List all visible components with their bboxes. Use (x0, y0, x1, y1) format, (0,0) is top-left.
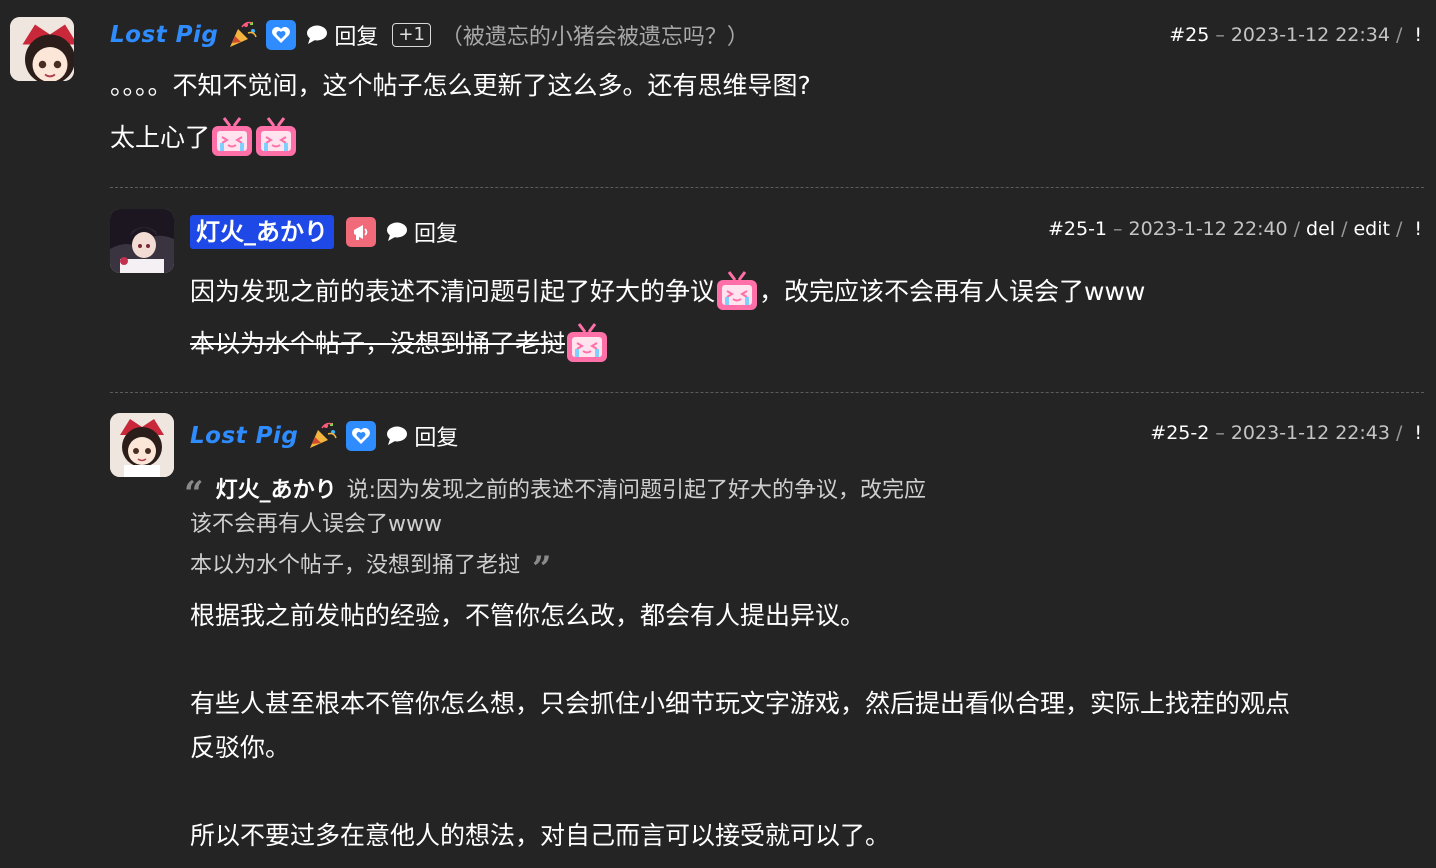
reply-link[interactable]: 回复 (414, 420, 458, 452)
quote-line: 该不会再有人误会了www (184, 506, 926, 544)
separator: – (1215, 422, 1225, 444)
quote-text: 本以为水个帖子，没想到捅了老挝 (190, 553, 521, 578)
plus-one-button[interactable]: +1 (392, 23, 431, 47)
quote-says: 说: (346, 478, 376, 503)
quote-text: 该不会再有人误会了www (190, 512, 442, 537)
post-text: ，改完应该不会再有人误会了www (759, 277, 1146, 306)
open-quote-mark: “ (184, 474, 204, 514)
post-text: 因为发现之前的表述不清问题引起了好大的争议 (190, 277, 716, 306)
reply-link[interactable]: 回复 (334, 19, 378, 51)
quote-text: 因为发现之前的表述不清问题引起了好大的争议，改完应 (376, 478, 927, 503)
speech-bubble-icon[interactable] (386, 425, 408, 447)
separator: – (1215, 24, 1225, 46)
post-text-line: 根据我之前发帖的经验，不管你怎么改，都会有人提出异议。 (190, 594, 865, 634)
post-meta: #25–2023-1-12 22:34/! (1169, 24, 1422, 46)
report-link[interactable]: ! (1414, 422, 1422, 444)
delete-link[interactable]: del (1306, 218, 1335, 240)
post-number[interactable]: #25-1 (1048, 218, 1107, 240)
post-text: 有些人甚至根本不管你怎么想，只会抓住小细节玩文字游戏，然后提出看似合理，实际上找… (190, 689, 1291, 718)
post-text: 。。。。不知不觉间，这个帖子怎么更新了这么多。还有思维导图? (110, 71, 811, 100)
separator: / (1395, 24, 1403, 46)
post-header: 灯火_あかり 回复 (190, 215, 458, 249)
quoted-author[interactable]: 灯火_あかり (216, 472, 337, 504)
report-link[interactable]: ! (1414, 218, 1422, 240)
post-text: 根据我之前发帖的经验，不管你怎么改，都会有人提出异议。 (190, 601, 866, 630)
struck-text: 本以为水个帖子，没想到捅了老挝 (190, 329, 566, 358)
post-text-line: 反驳你。 (190, 726, 290, 766)
divider (110, 392, 1424, 393)
speech-bubble-icon[interactable] (386, 221, 408, 243)
reply-link[interactable]: 回复 (414, 216, 458, 248)
username[interactable]: Lost Pig (190, 423, 298, 449)
post-text: 太上心了 (110, 123, 211, 152)
close-quote-mark: ” (532, 549, 552, 589)
heart-hands-badge-icon (266, 20, 297, 50)
post-text-line: 有些人甚至根本不管你怎么想，只会抓住小细节玩文字游戏，然后提出看似合理，实际上找… (190, 682, 1290, 722)
separator: / (1341, 218, 1348, 240)
avatar[interactable] (110, 413, 174, 477)
report-link[interactable]: ! (1414, 24, 1422, 46)
username[interactable]: Lost Pig (110, 22, 218, 48)
megaphone-badge-icon (346, 217, 376, 247)
bilibili-tv-crying-emoji (212, 117, 253, 156)
separator: – (1113, 218, 1123, 240)
post-header: Lost Pig 回复 +1 （被遗忘的小猪会被遗忘吗？） (110, 18, 749, 52)
edit-link[interactable]: edit (1353, 218, 1389, 240)
post-text-line: 。。。。不知不觉间，这个帖子怎么更新了这么多。还有思维导图? (110, 64, 811, 104)
separator: / (1395, 218, 1403, 240)
quote-block: “ 灯火_あかり 说: 因为发现之前的表述不清问题引起了好大的争议，改完应 该不… (184, 470, 927, 589)
post-date: 2023-1-12 22:40 (1128, 218, 1288, 240)
separator: / (1293, 218, 1301, 240)
post-date: 2023-1-12 22:34 (1230, 24, 1390, 46)
party-popper-icon (230, 21, 258, 47)
post-date: 2023-1-12 22:43 (1230, 422, 1390, 444)
post-meta: #25-1–2023-1-12 22:40/del / edit /! (1048, 218, 1422, 240)
post-number[interactable]: #25 (1169, 24, 1209, 46)
bilibili-tv-crying-emoji (717, 271, 758, 310)
post-text-line: 因为发现之前的表述不清问题引起了好大的争议 ，改完应该不会再有人误会了www (190, 266, 1145, 314)
post-text-line: 所以不要过多在意他人的想法，对自己而言可以接受就可以了。 (190, 814, 890, 854)
avatar[interactable] (10, 17, 74, 81)
divider (110, 187, 1424, 188)
post-text-line: 本以为水个帖子，没想到捅了老挝 (190, 318, 609, 366)
bilibili-tv-crying-emoji (256, 117, 297, 156)
bilibili-tv-crying-emoji (567, 323, 608, 362)
post-number[interactable]: #25-2 (1150, 422, 1209, 444)
speech-bubble-icon[interactable] (306, 24, 328, 46)
post-text: 反驳你。 (190, 733, 291, 762)
username[interactable]: 灯火_あかり (190, 215, 334, 249)
post-text: 所以不要过多在意他人的想法，对自己而言可以接受就可以了。 (190, 821, 891, 850)
quote-line: “ 灯火_あかり 说: 因为发现之前的表述不清问题引起了好大的争议，改完应 (184, 470, 927, 511)
quote-line: 本以为水个帖子，没想到捅了老挝 ” (184, 544, 926, 589)
heart-hands-badge-icon (346, 421, 377, 451)
thread-title: （被遗忘的小猪会被遗忘吗？） (440, 25, 749, 50)
party-popper-icon (310, 422, 338, 448)
separator: / (1395, 422, 1403, 444)
avatar[interactable] (110, 209, 174, 273)
post-meta: #25-2–2023-1-12 22:43/! (1150, 422, 1422, 444)
post-text-line: 太上心了 (110, 112, 298, 160)
post-header: Lost Pig 回复 (190, 419, 458, 453)
